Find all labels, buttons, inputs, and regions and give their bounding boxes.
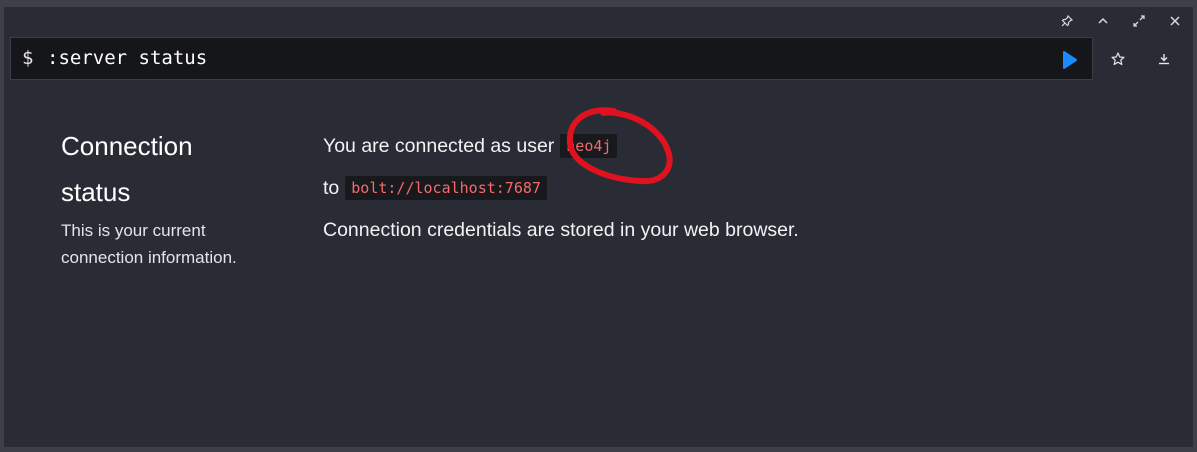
close-button[interactable] — [1157, 7, 1193, 35]
username-code: neo4j — [560, 134, 618, 158]
section-title: Connection status — [61, 123, 241, 215]
command-text[interactable]: :server status — [47, 47, 207, 69]
prompt-symbol: $ — [22, 47, 34, 69]
section-title-line1: Connection — [61, 131, 193, 161]
download-icon — [1159, 54, 1169, 65]
address-line: to bolt://localhost:7687 — [323, 167, 1123, 209]
connected-prefix: You are connected as user — [323, 134, 555, 157]
section-description: This is your current connection informat… — [61, 221, 237, 267]
close-icon — [1170, 16, 1180, 26]
pin-icon — [1061, 15, 1073, 27]
frame-toolbar — [1049, 7, 1193, 35]
to-label: to — [323, 176, 340, 199]
favorite-button[interactable] — [1101, 45, 1135, 73]
pin-button[interactable] — [1049, 7, 1085, 35]
play-icon — [1063, 51, 1077, 69]
command-editor[interactable]: $ :server status — [10, 37, 1093, 80]
result-frame: $ :server status Connection status This … — [4, 7, 1193, 447]
connection-info: You are connected as user neo4j to bolt:… — [323, 125, 1123, 251]
section-title-line2: status — [61, 177, 131, 207]
expand-icon — [1133, 15, 1145, 27]
bolt-address-code: bolt://localhost:7687 — [345, 176, 547, 200]
fullscreen-button[interactable] — [1121, 7, 1157, 35]
download-button[interactable] — [1147, 45, 1181, 73]
info-sidebar: Connection status This is your current c… — [61, 123, 241, 271]
chevron-up-icon — [1098, 17, 1108, 24]
connected-user-line: You are connected as user neo4j — [323, 125, 1123, 167]
run-button[interactable] — [1062, 51, 1078, 69]
star-icon — [1111, 52, 1125, 66]
collapse-button[interactable] — [1085, 7, 1121, 35]
credentials-note: Connection credentials are stored in you… — [323, 218, 799, 241]
